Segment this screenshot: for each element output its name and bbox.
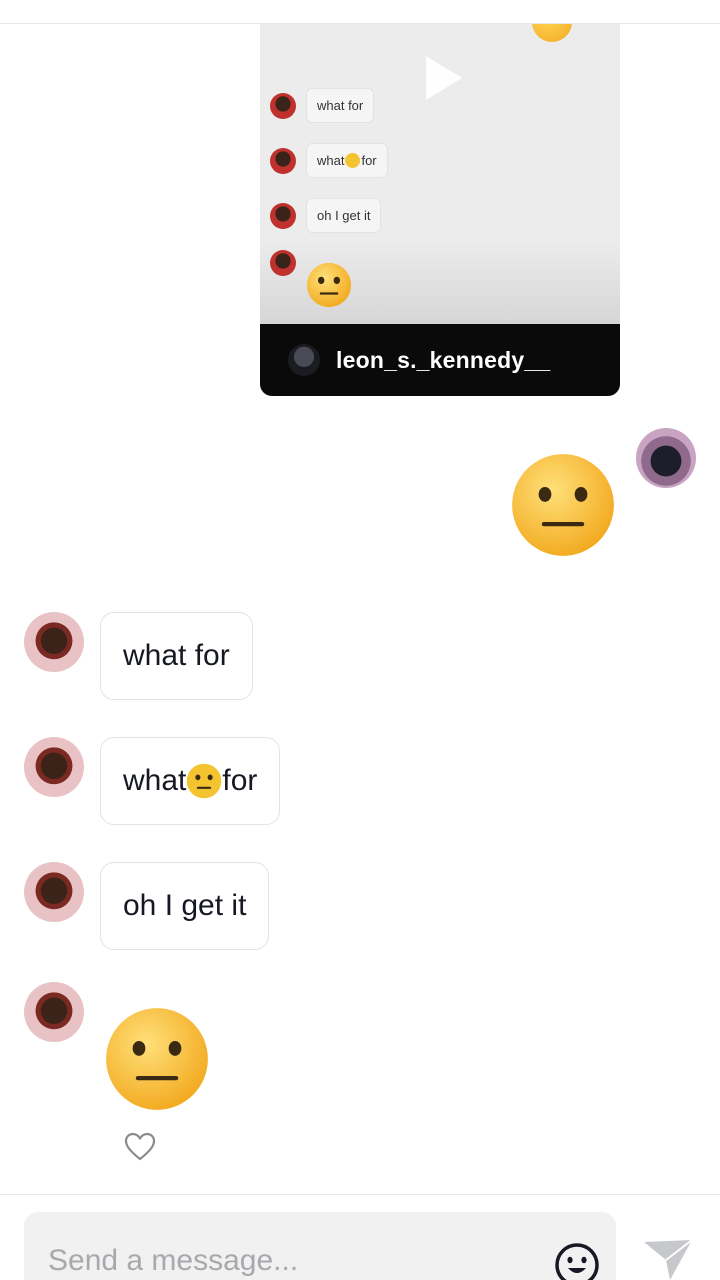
neutral-face-emoji-icon [187, 763, 222, 799]
avatar [270, 147, 296, 174]
message-row: what for [24, 737, 281, 825]
neutral-face-emoji-icon [532, 24, 572, 42]
message-input[interactable] [48, 1244, 528, 1278]
neutral-face-emoji-icon [345, 153, 361, 168]
author-username[interactable]: leon_s._kennedy__ [336, 347, 550, 374]
preview-message-row: oh I get it [270, 198, 382, 233]
preview-message-row [270, 250, 306, 276]
preview-message-row: what for [270, 143, 388, 178]
message-bubble[interactable]: what for [100, 737, 281, 825]
avatar [270, 92, 296, 119]
avatar[interactable] [636, 428, 696, 488]
send-icon[interactable] [640, 1236, 696, 1280]
neutral-face-emoji-icon [306, 262, 352, 308]
preview-message-text: what [317, 153, 345, 168]
avatar[interactable] [24, 737, 84, 797]
avatar[interactable] [24, 612, 84, 672]
preview-message-bubble: what for [306, 88, 375, 123]
avatar [270, 250, 296, 276]
neutral-face-emoji-icon[interactable] [104, 1006, 210, 1112]
preview-message-text: for [361, 153, 377, 168]
avatar [270, 202, 296, 229]
message-composer [24, 1212, 616, 1280]
message-bubble[interactable]: oh I get it [100, 862, 270, 950]
video-preview[interactable]: what for what for oh I get it [260, 24, 620, 324]
neutral-face-emoji-icon [512, 454, 614, 556]
message-text: what [123, 764, 187, 797]
preview-message-row: what for [270, 88, 375, 123]
emoji-smile-icon[interactable] [554, 1242, 600, 1280]
author-avatar[interactable] [288, 344, 320, 376]
preview-message-bubble: oh I get it [306, 198, 382, 233]
composer-divider [0, 1194, 720, 1195]
message-row: what for [24, 612, 253, 700]
message-row: oh I get it [24, 862, 270, 950]
play-icon[interactable] [426, 56, 462, 100]
message-bubble[interactable]: what for [100, 612, 253, 700]
preview-message-bubble: what for [306, 143, 388, 178]
video-author-bar[interactable]: leon_s._kennedy__ [260, 324, 620, 396]
heart-icon[interactable] [124, 1132, 156, 1162]
message-text: for [222, 764, 258, 797]
avatar[interactable] [24, 862, 84, 922]
shared-video-card[interactable]: what for what for oh I get it leon_s._ken… [260, 24, 620, 396]
avatar[interactable] [24, 982, 84, 1042]
